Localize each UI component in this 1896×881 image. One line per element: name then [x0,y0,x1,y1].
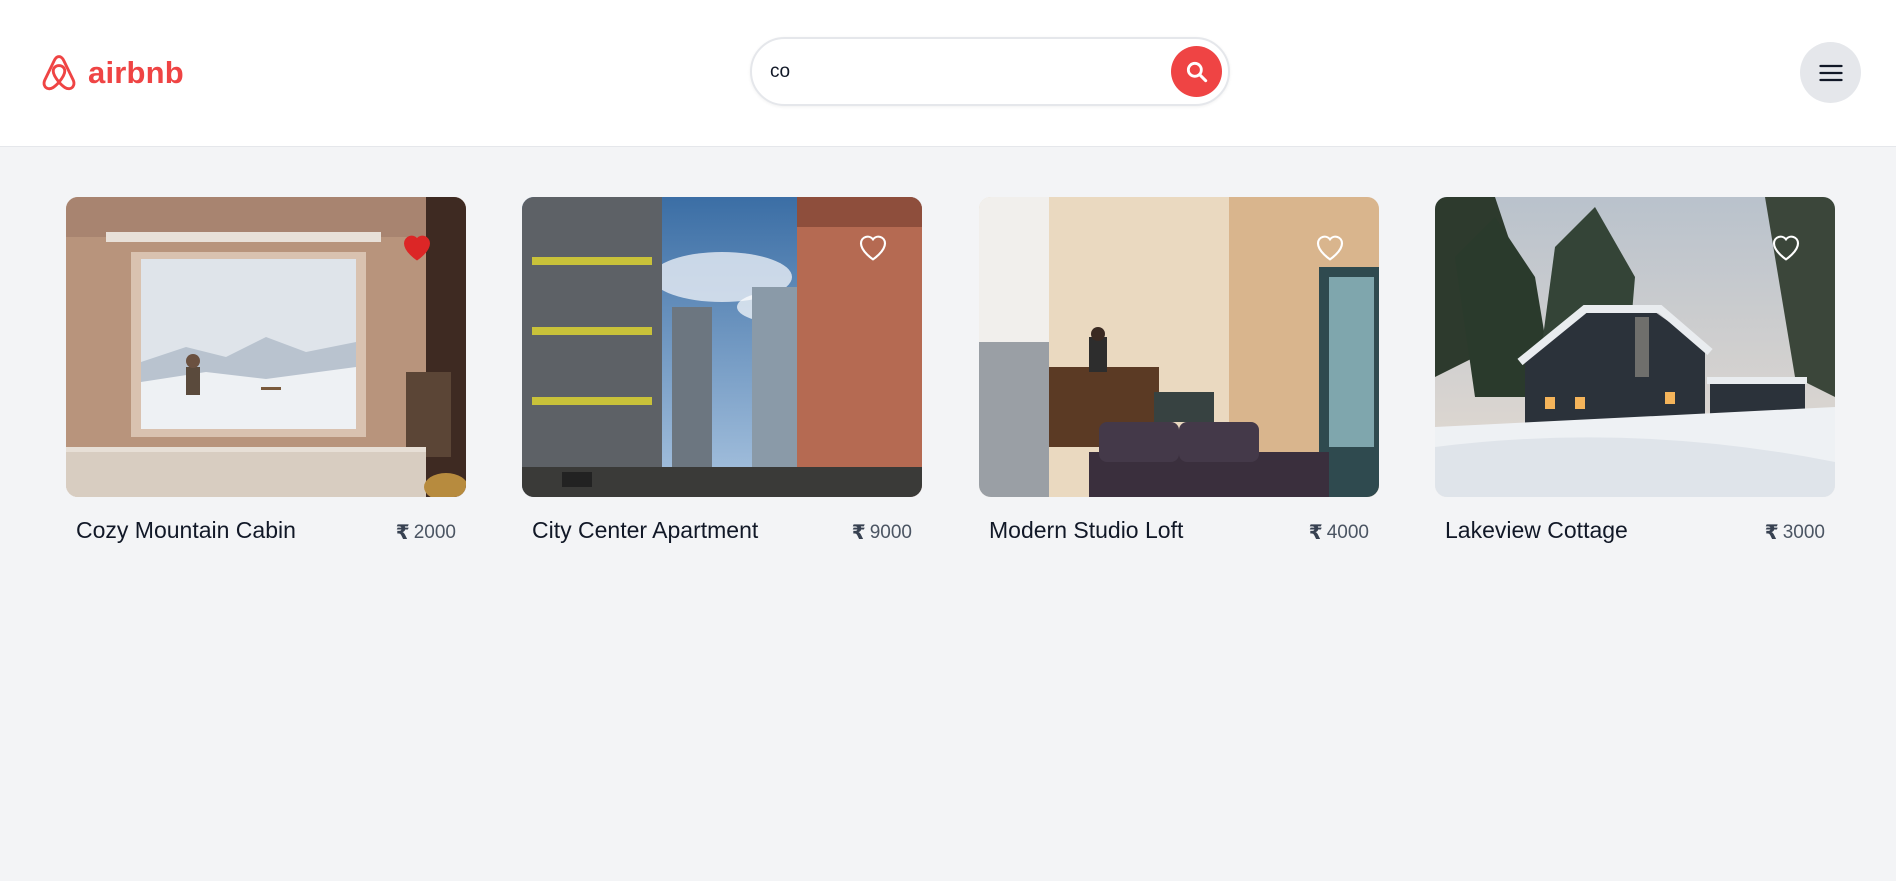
listing-price: ₹ 2000 [396,520,456,545]
listing-title: Modern Studio Loft [989,517,1184,543]
listing-card[interactable]: Modern Studio Loft ₹ 4000 [979,197,1379,557]
price-value: 3000 [1782,521,1825,543]
listing-card[interactable]: Cozy Mountain Cabin ₹ 2000 [66,197,466,557]
listing-price: ₹ 3000 [1765,520,1825,545]
price-value: 9000 [869,521,912,543]
heart-icon[interactable] [401,231,433,261]
listing-title: Cozy Mountain Cabin [76,517,296,543]
currency-symbol: ₹ [395,522,410,544]
listing-title: City Center Apartment [532,517,759,543]
heart-icon[interactable] [1314,231,1346,261]
search-input[interactable] [770,51,1150,93]
heart-icon[interactable] [1770,231,1802,261]
listing-card[interactable]: City Center Apartment ₹ 9000 [522,197,922,557]
heart-icon[interactable] [857,231,889,261]
search-icon [1186,61,1207,82]
listings-grid: Cozy Mountain Cabin ₹ 2000 City Center A… [0,147,1896,881]
airbnb-logo-icon [42,55,76,91]
listing-price: ₹ 9000 [852,520,912,545]
currency-symbol: ₹ [851,522,866,544]
currency-symbol: ₹ [1308,522,1323,544]
search-button[interactable] [1171,46,1222,97]
menu-button[interactable] [1800,42,1861,103]
currency-symbol: ₹ [1764,522,1779,544]
price-value: 2000 [413,521,456,543]
price-value: 4000 [1326,521,1369,543]
hamburger-menu-icon [1818,64,1843,81]
listing-title: Lakeview Cottage [1445,517,1628,543]
top-header: airbnb [0,0,1896,147]
brand-name: airbnb [88,55,184,90]
listing-price: ₹ 4000 [1309,520,1369,545]
brand-logo[interactable]: airbnb [38,52,184,94]
search-bar [750,37,1230,106]
listing-card[interactable]: Lakeview Cottage ₹ 3000 [1435,197,1835,557]
